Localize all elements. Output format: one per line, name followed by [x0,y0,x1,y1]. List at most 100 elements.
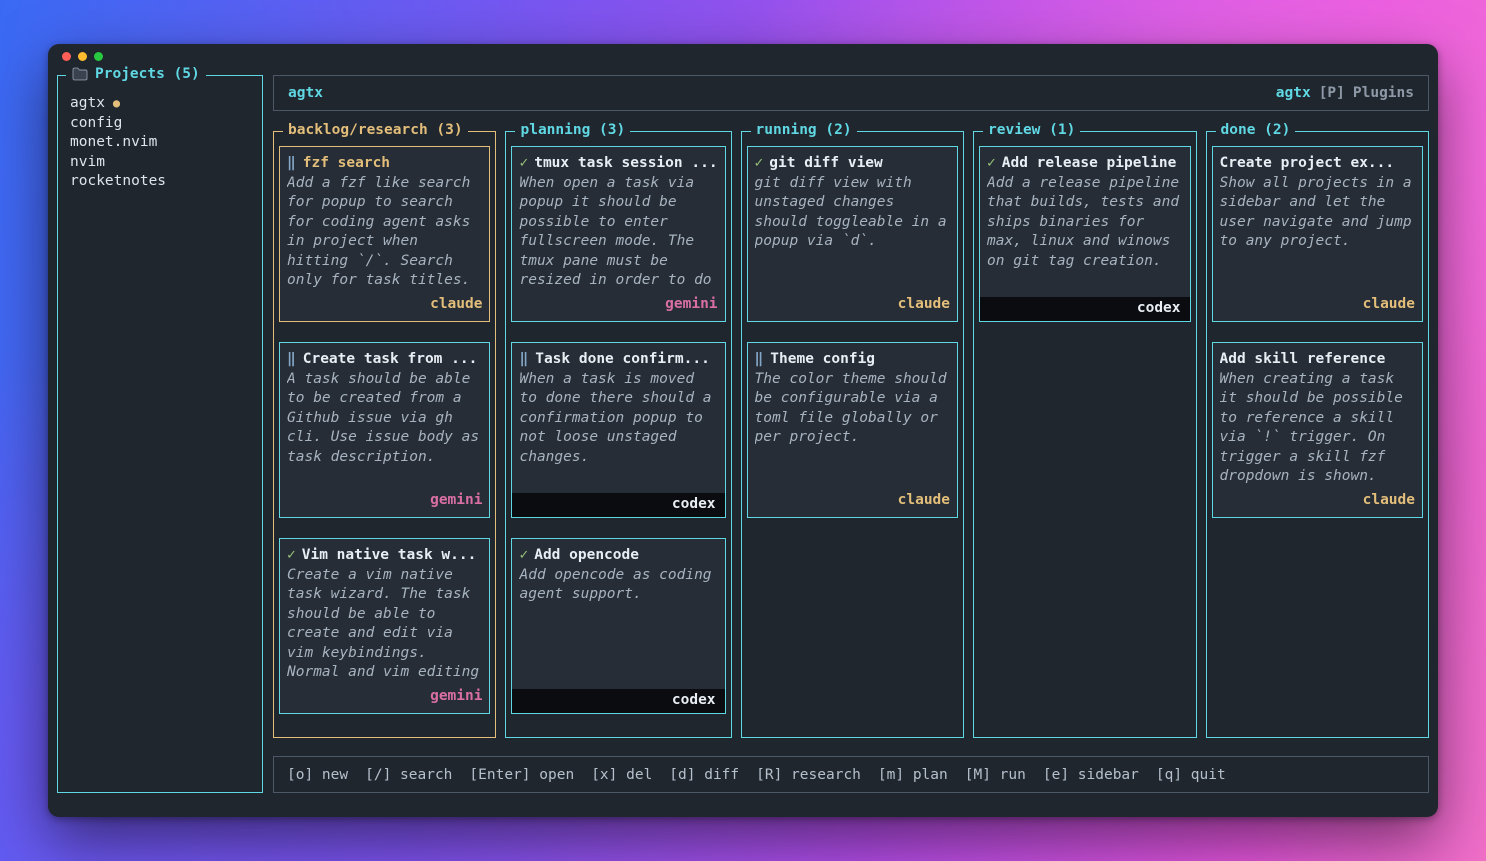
task-title-row: ‖ fzf search [287,154,482,174]
task-title-row: ‖ Theme config [755,350,950,370]
sidebar-title-label: Projects (5) [95,66,200,82]
check-icon: ✓ [755,154,764,174]
task-description: When a task is moved to done there shoul… [519,370,717,468]
project-name: agtx [70,94,105,114]
task-title: tmux task session ... [534,154,717,174]
task-agent: claude [287,295,482,315]
main-panel: agtx agtx [P] Plugins backlog/research (… [273,66,1429,793]
task-card[interactable]: ✓ Add opencode Add opencode as coding ag… [511,538,725,714]
kanban-column: done (2) Create project ex... Show all p… [1206,131,1429,738]
keybinding-hint: [M] run [965,767,1026,783]
task-card[interactable]: ✓ Add release pipeline Add a release pip… [979,146,1190,322]
task-card[interactable]: ‖ Theme config The color theme should be… [747,342,958,518]
terminal-window: Projects (5) agtx ● config monet.nvim nv… [48,44,1438,817]
task-agent: gemini [287,491,482,511]
keybinding-hint: [d] diff [669,767,739,783]
task-card[interactable]: ‖ Create task from ... A task should be … [279,342,490,518]
task-card[interactable]: ‖ Task done confirm... When a task is mo… [511,342,725,518]
check-icon: ✓ [987,154,996,174]
task-agent: claude [1220,295,1415,315]
sidebar-project-item[interactable]: config [70,114,250,134]
pause-icon: ‖ [519,350,529,370]
task-title: Theme config [770,350,875,370]
task-description: Create a vim native task wizard. The tas… [287,566,482,683]
task-card[interactable]: ‖ fzf search Add a fzf like search for p… [279,146,490,322]
task-card[interactable]: ✓ Vim native task w... Create a vim nati… [279,538,490,714]
column-title: review (1) [983,122,1080,138]
task-title-row: ✓ tmux task session ... [519,154,717,174]
task-card[interactable]: Create project ex... Show all projects i… [1212,146,1423,322]
pause-icon: ‖ [287,154,297,174]
task-description: Add a release pipeline that builds, test… [987,174,1182,272]
task-agent: codex [512,493,724,518]
kanban-column: running (2) ✓ git diff view git diff vie… [741,131,964,738]
column-cards: ‖ fzf search Add a fzf like search for p… [279,146,490,729]
zoom-window-button[interactable] [94,52,103,61]
check-icon: ✓ [519,546,528,566]
close-window-button[interactable] [62,52,71,61]
task-title: git diff view [769,154,883,174]
projects-sidebar: Projects (5) agtx ● config monet.nvim nv… [57,75,263,793]
topbar-right: agtx [P] Plugins [1276,85,1414,101]
plugins-label: Plugins [1353,85,1414,101]
task-card[interactable]: Add skill reference When creating a task… [1212,342,1423,518]
task-agent: claude [1220,491,1415,511]
sidebar-project-item[interactable]: nvim [70,153,250,173]
task-title-row: ✓ git diff view [755,154,950,174]
plugins-key-hint: [P] [1319,85,1345,101]
task-agent: claude [755,491,950,511]
task-description: Add opencode as coding agent support. [519,566,717,605]
task-title: fzf search [303,154,390,174]
sidebar-project-item[interactable]: monet.nvim [70,133,250,153]
column-title: done (2) [1216,122,1296,138]
task-title-row: Create project ex... [1220,154,1415,174]
project-name: rocketnotes [70,172,166,192]
sidebar-project-item[interactable]: agtx ● [70,94,250,114]
task-description: A task should be able to be created from… [287,370,482,468]
keybinding-hint: [x] del [591,767,652,783]
pause-icon: ‖ [287,350,297,370]
task-card[interactable]: ✓ git diff view git diff view with unsta… [747,146,958,322]
task-title: Add skill reference [1220,350,1386,370]
check-icon: ✓ [287,546,296,566]
task-description: Show all projects in a sidebar and let t… [1220,174,1415,252]
task-title-row: ‖ Create task from ... [287,350,482,370]
app-title: agtx [288,85,323,101]
project-name: monet.nvim [70,133,157,153]
project-name: config [70,114,122,134]
column-title: running (2) [751,122,857,138]
task-card[interactable]: ✓ tmux task session ... When open a task… [511,146,725,322]
column-title: planning (3) [515,122,630,138]
kanban-column: backlog/research (3) ‖ fzf search Add a … [273,131,496,738]
keybinding-hint: [m] plan [878,767,948,783]
column-cards: ✓ Add release pipeline Add a release pip… [979,146,1190,729]
keybinding-hint: [/] search [365,767,452,783]
kanban-board: backlog/research (3) ‖ fzf search Add a … [273,131,1429,738]
kanban-column: planning (3) ✓ tmux task session ... Whe… [505,131,731,738]
task-title-row: Add skill reference [1220,350,1415,370]
task-title-row: ✓ Add release pipeline [987,154,1182,174]
check-icon: ✓ [519,154,528,174]
task-agent: gemini [287,687,482,707]
task-title: Vim native task w... [302,546,477,566]
task-title: Task done confirm... [535,350,710,370]
keybinding-hint: [o] new [287,767,348,783]
task-title: Add opencode [534,546,639,566]
column-cards: ✓ tmux task session ... When open a task… [511,146,725,729]
task-agent: codex [512,689,724,714]
keybinding-hint: [q] quit [1156,767,1226,783]
minimize-window-button[interactable] [78,52,87,61]
pause-icon: ‖ [755,350,765,370]
task-title-row: ‖ Task done confirm... [519,350,717,370]
topbar-app-name: agtx [1276,85,1311,101]
column-cards: ✓ git diff view git diff view with unsta… [747,146,958,729]
task-agent: codex [980,297,1189,322]
keybinding-hint: [R] research [756,767,861,783]
task-agent: gemini [519,295,717,315]
topbar: agtx agtx [P] Plugins [273,75,1429,111]
project-name: nvim [70,153,105,173]
folder-icon [72,67,88,81]
task-description: git diff view with unstaged changes shou… [755,174,950,252]
sidebar-project-item[interactable]: rocketnotes [70,172,250,192]
keybinding-hint: [e] sidebar [1043,767,1139,783]
